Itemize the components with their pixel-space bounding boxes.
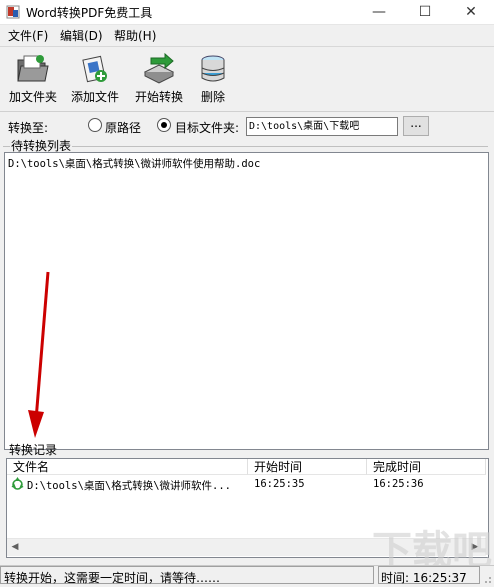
add-folder-label: 加文件夹 [8, 90, 57, 104]
column-header-filename[interactable]: 文件名 [7, 459, 248, 475]
recycle-icon [11, 477, 24, 490]
original-path-label[interactable]: 原路径 [105, 119, 141, 136]
annotation-arrow-icon [28, 271, 50, 438]
pending-list[interactable] [4, 152, 489, 450]
add-file-label: 添加文件 [70, 90, 119, 104]
menu-divider [0, 46, 494, 47]
menu-file[interactable]: 文件(F) [8, 27, 48, 44]
start-convert-icon [143, 52, 175, 84]
menu-help[interactable]: 帮助(H) [114, 27, 156, 44]
records-label: 转换记录 [9, 443, 58, 457]
pending-list-item[interactable]: D:\tools\桌面\格式转换\微讲师软件使用帮助.doc [8, 156, 260, 171]
menu-edit[interactable]: 编辑(D) [60, 27, 103, 44]
target-path-input[interactable]: D:\tools\桌面\下载吧 [246, 117, 398, 136]
add-file-button[interactable]: 添加文件 [62, 50, 128, 106]
target-folder-radio[interactable] [157, 118, 171, 132]
record-end-time: 16:25:36 [373, 478, 424, 490]
browse-button[interactable]: ... [403, 116, 429, 136]
status-time: 时间: 16:25:37 [381, 571, 467, 585]
record-start-time: 16:25:35 [254, 478, 305, 490]
minimize-button[interactable]: — [356, 0, 402, 24]
delete-icon [201, 55, 225, 82]
scroll-left-icon[interactable]: ◀ [8, 540, 22, 554]
resize-grip-icon[interactable] [482, 574, 492, 584]
target-folder-label[interactable]: 目标文件夹: [175, 119, 239, 136]
close-button[interactable]: ✕ [448, 0, 494, 24]
app-icon [6, 5, 20, 19]
status-message: 转换开始，这需要一定时间，请等待…… [4, 571, 221, 585]
delete-button[interactable]: 删除 [182, 50, 244, 106]
folder-icon [17, 55, 49, 82]
convert-to-label: 转换至: [8, 121, 49, 135]
record-filename[interactable]: D:\tools\桌面\格式转换\微讲师软件... [27, 478, 231, 493]
maximize-button[interactable]: ☐ [402, 0, 448, 24]
toolbar-divider [0, 111, 494, 112]
window-title: Word转换PDF免费工具 [26, 6, 153, 20]
add-folder-button[interactable]: 加文件夹 [0, 50, 66, 106]
column-header-start-time[interactable]: 开始时间 [248, 459, 367, 475]
radio-selected-dot [161, 122, 167, 128]
add-file-icon [82, 55, 107, 83]
pending-group-border [3, 146, 488, 147]
delete-label: 删除 [200, 90, 225, 104]
column-header-end-time[interactable]: 完成时间 [367, 459, 486, 475]
original-path-radio[interactable] [88, 118, 102, 132]
